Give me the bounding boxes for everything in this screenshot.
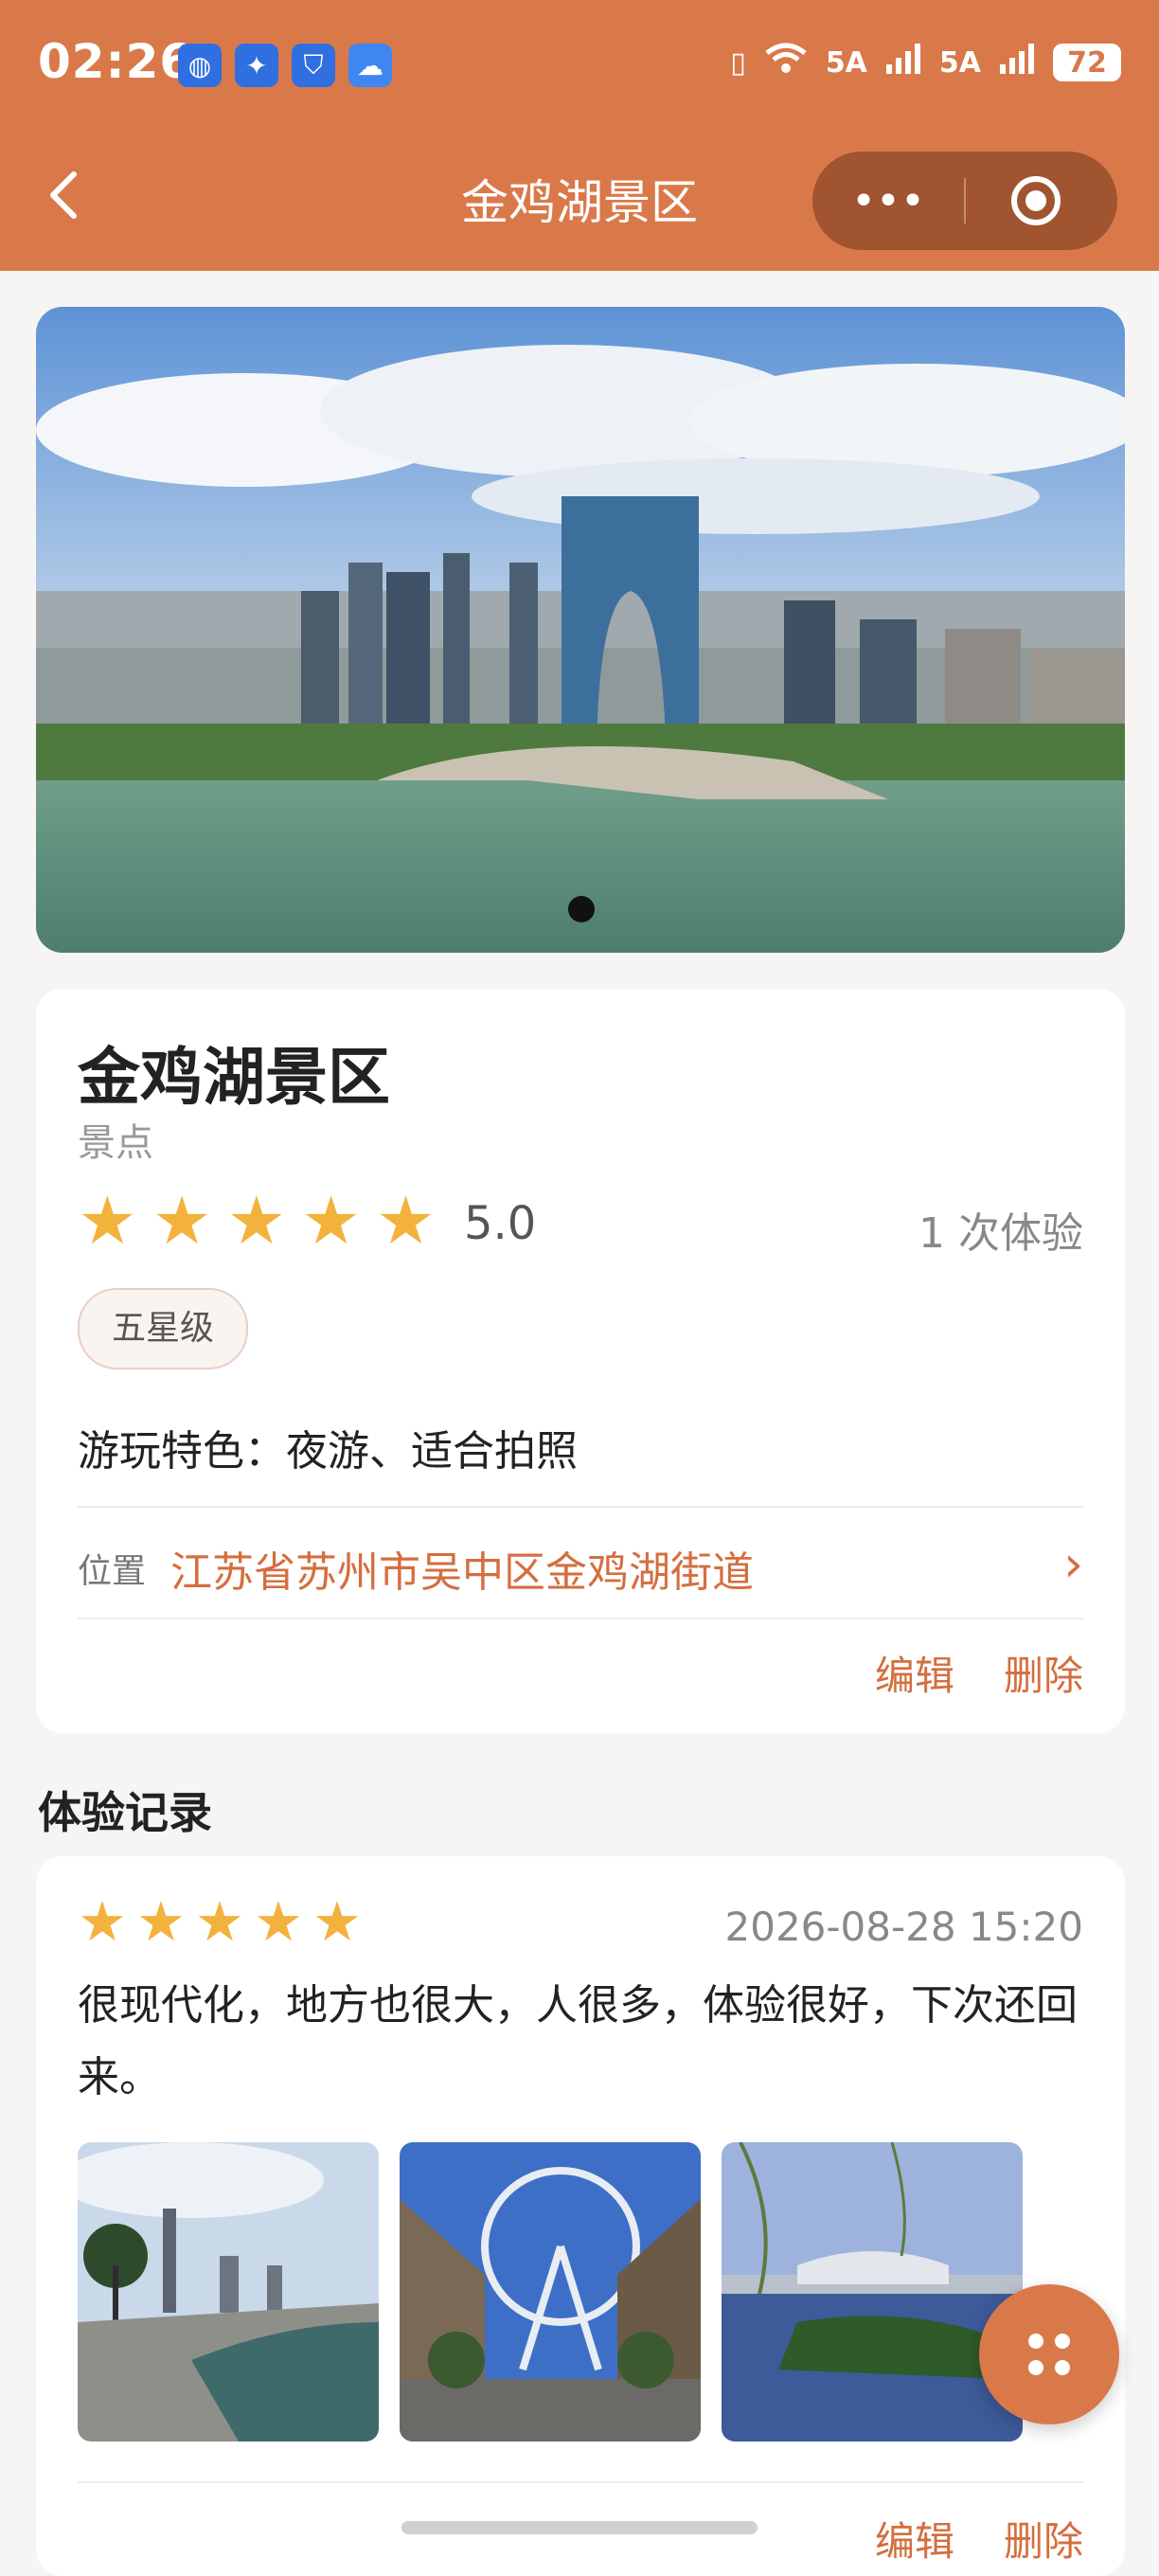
star-icon: ★ [376,1182,436,1260]
status-right: ▯ 5A 5A 72 [730,42,1121,83]
rating-value: 5.0 [464,1197,537,1250]
battery-indicator: 72 [1053,44,1121,81]
record-photos [78,2142,1023,2442]
star-icon: ★ [78,1889,127,1954]
signal-1-label: 5A [825,45,867,80]
star-icon: ★ [226,1182,287,1260]
top-bar: 02:26 ◍ ✦ ⛉ ☁ ▯ 5A 5A 72 金鸡湖景区 ••• [0,0,1159,271]
shield-icon: ⛉ [292,44,335,87]
level-tag: 五星级 [78,1288,249,1369]
star-icon: ★ [254,1889,303,1954]
banner-carousel[interactable] [36,307,1125,953]
status-bar: 02:26 ◍ ✦ ⛉ ☁ ▯ 5A 5A 72 [0,0,1159,133]
floating-action-button[interactable] [979,2284,1119,2424]
grid-dots-icon [1028,2334,1043,2349]
divider [78,2481,1083,2483]
star-icon: ★ [152,1182,212,1260]
record-date: 2026-08-28 15:20 [724,1904,1083,1950]
cloud-icon: ☁ [348,44,392,87]
signal-2-icon [998,42,1036,83]
capsule-divider [964,178,966,224]
status-app-icons: ◍ ✦ ⛉ ☁ [178,44,392,87]
location-value: 江苏省苏州市吴中区金鸡湖街道 [170,1548,754,1597]
features-text: 游玩特色：夜游、适合拍照 [78,1427,578,1476]
status-time: 02:26 [38,34,194,89]
scenic-info-card: 金鸡湖景区 景点 ★ ★ ★ ★ ★ 5.0 1 次体验 五星级 游玩特色：夜游… [36,989,1125,1733]
edit-button[interactable]: 编辑 [875,1644,954,1702]
nav-bar: 金鸡湖景区 ••• [0,142,1159,256]
delete-button[interactable]: 删除 [1004,1644,1083,1702]
home-indicator[interactable] [401,2521,758,2534]
scenic-title: 金鸡湖景区 [78,1041,390,1114]
scenic-category: 景点 [78,1121,153,1165]
lightbulb-icon: ✦ [235,44,278,87]
signal-2-label: 5A [938,45,981,80]
star-icon: ★ [301,1182,362,1260]
banner-image [36,307,1125,953]
record-rating-stars: ★ ★ ★ ★ ★ [78,1894,362,1949]
info-actions: 编辑 删除 [875,1644,1083,1702]
star-icon: ★ [78,1182,137,1260]
grid-dots-icon [1055,2334,1070,2349]
record-photo[interactable] [78,2142,379,2442]
star-icon: ★ [136,1889,186,1954]
divider [78,1618,1083,1619]
grid-dots-icon [1055,2360,1070,2375]
globe-icon: ◍ [178,44,222,87]
location-label: 位置 [78,1552,147,1591]
target-close-icon[interactable] [1011,176,1061,225]
star-icon: ★ [195,1889,244,1954]
divider [78,1506,1083,1508]
record-actions: 编辑 删除 [875,2510,1083,2567]
wifi-icon [763,42,809,83]
rating-stars: ★ ★ ★ ★ ★ [78,1188,436,1254]
records-section-title: 体验记录 [38,1787,212,1838]
signal-1-icon [884,42,922,83]
carousel-dot [568,896,595,922]
location-row[interactable]: 位置 江苏省苏州市吴中区金鸡湖街道 › [78,1519,1083,1614]
mini-program-capsule: ••• [812,152,1117,250]
star-icon: ★ [312,1889,362,1954]
record-edit-button[interactable]: 编辑 [875,2510,954,2567]
experience-record-card: ★ ★ ★ ★ ★ 2026-08-28 15:20 很现代化，地方也很大，人很… [36,1856,1125,2576]
experience-count: 1 次体验 [918,1209,1083,1258]
record-photo[interactable] [722,2142,1023,2442]
record-delete-button[interactable]: 删除 [1004,2510,1083,2567]
more-dots-icon[interactable]: ••• [812,152,964,250]
record-text: 很现代化，地方也很大，人很多，体验很好，下次还回来。 [78,1981,1078,2102]
grid-dots-icon [1028,2360,1043,2375]
record-photo[interactable] [400,2142,701,2442]
chevron-right-icon: › [1063,1536,1083,1593]
vibrate-icon: ▯ [730,45,746,80]
